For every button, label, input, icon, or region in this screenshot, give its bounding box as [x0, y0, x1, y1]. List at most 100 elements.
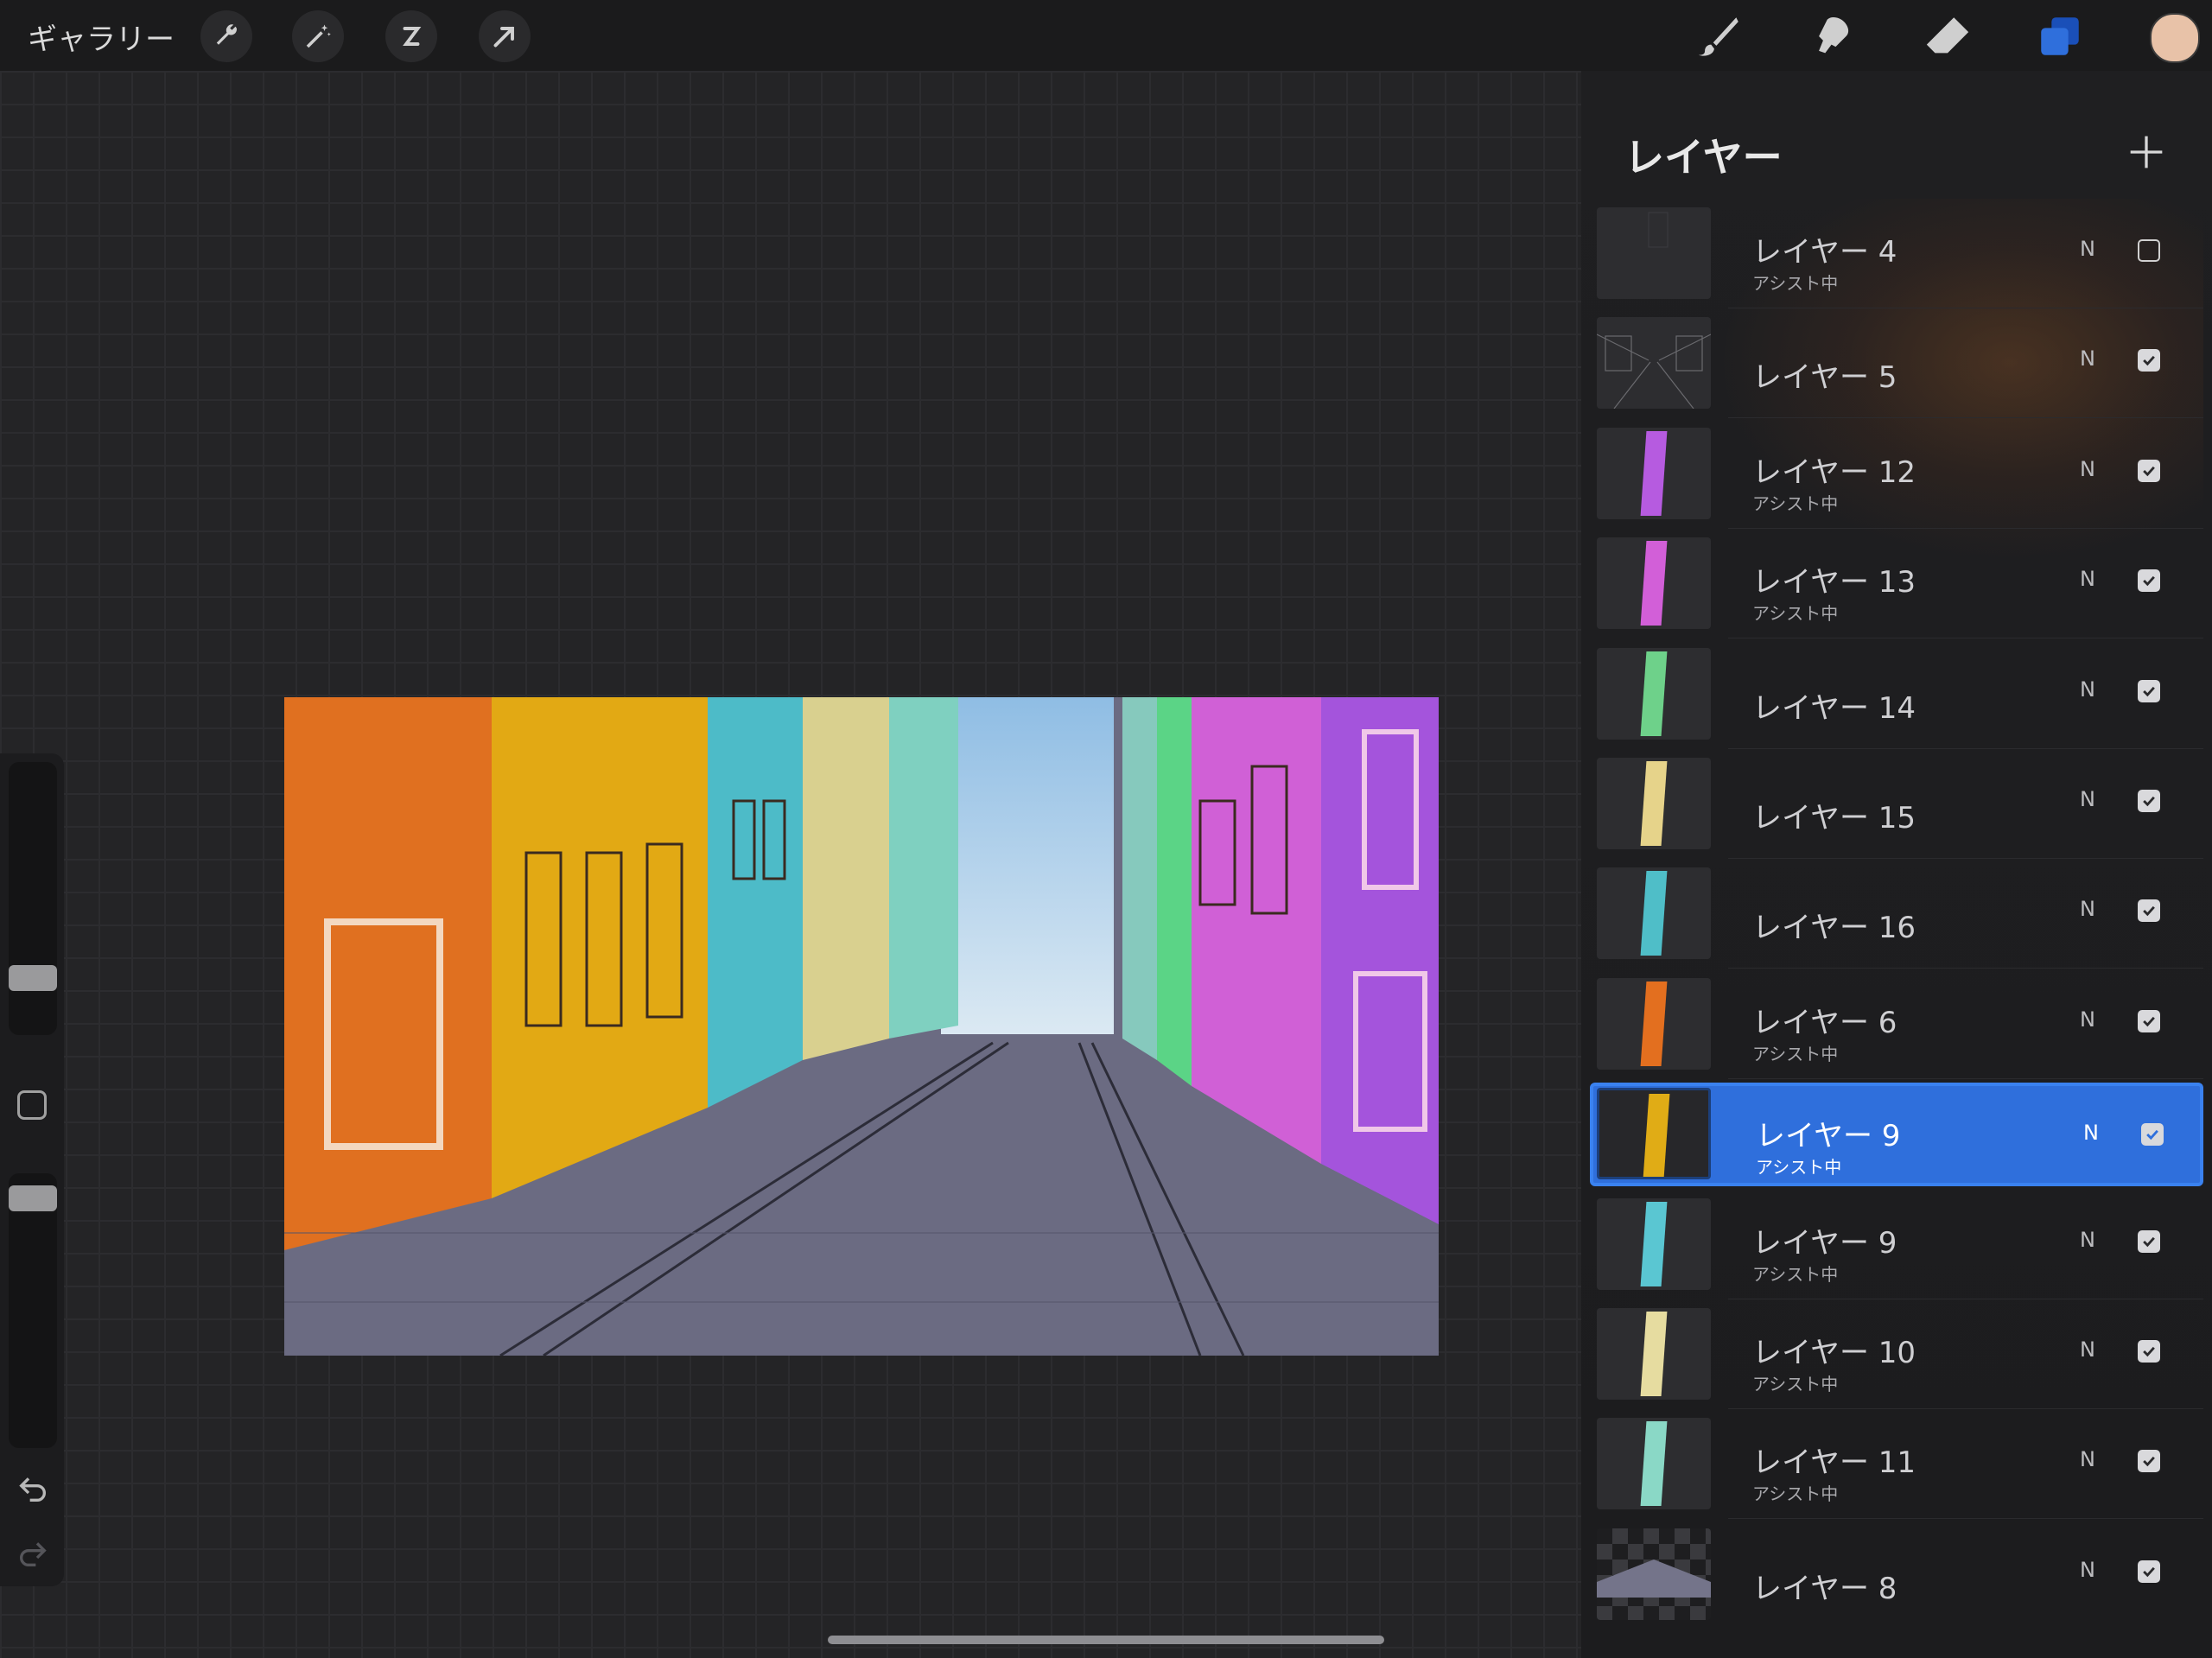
- layer-row[interactable]: レイヤー 14 N: [1590, 643, 2203, 749]
- blend-mode-button[interactable]: N: [2080, 677, 2095, 702]
- layer-row[interactable]: レイヤー 10 アシスト中 N: [1590, 1303, 2203, 1409]
- redo-icon[interactable]: [16, 1536, 50, 1571]
- layer-row[interactable]: レイヤー 15 N: [1590, 753, 2203, 859]
- opacity-slider-thumb[interactable]: [9, 1185, 57, 1212]
- actions-wrench-button[interactable]: [200, 10, 252, 62]
- home-indicator[interactable]: [828, 1636, 1384, 1644]
- blend-mode-button[interactable]: N: [2080, 457, 2095, 481]
- layer-name[interactable]: レイヤー 6: [1752, 999, 1897, 1041]
- selection-button[interactable]: [385, 10, 437, 62]
- layer-visibility-checkbox[interactable]: [2138, 1450, 2160, 1473]
- layer-name[interactable]: レイヤー 8: [1752, 1565, 1897, 1607]
- opacity-slider[interactable]: [9, 1173, 57, 1448]
- wrench-icon: [216, 24, 238, 45]
- layer-row[interactable]: レイヤー 12 アシスト中 N: [1590, 422, 2203, 529]
- layer-row[interactable]: レイヤー 16 N: [1590, 862, 2203, 969]
- layer-thumbnail[interactable]: [1597, 1528, 1711, 1620]
- artwork-canvas[interactable]: [284, 697, 1439, 1356]
- layer-divider: [1728, 527, 2203, 529]
- layer-row[interactable]: レイヤー 6 アシスト中 N: [1590, 973, 2203, 1079]
- layer-visibility-checkbox[interactable]: [2138, 1229, 2160, 1253]
- layer-name[interactable]: レイヤー 4: [1752, 228, 1897, 270]
- layer-thumbnail[interactable]: [1597, 427, 1711, 519]
- layer-thumbnail[interactable]: [1597, 1197, 1711, 1290]
- brush-tool-button[interactable]: [1692, 9, 1747, 64]
- undo-icon[interactable]: [16, 1471, 50, 1506]
- layer-row[interactable]: レイヤー 8 N: [1590, 1523, 2203, 1624]
- eraser-tool-button[interactable]: [1920, 9, 1975, 64]
- layer-assist-label: アシスト中: [1752, 492, 1839, 514]
- layer-visibility-checkbox[interactable]: [2138, 569, 2160, 593]
- layer-thumbnail[interactable]: [1597, 867, 1711, 960]
- smudge-tool-button[interactable]: [1806, 9, 1861, 64]
- blend-mode-button[interactable]: N: [2080, 1337, 2095, 1362]
- layer-thumbnail[interactable]: [1597, 207, 1711, 299]
- layer-name[interactable]: レイヤー 16: [1752, 904, 1916, 946]
- layer-name[interactable]: レイヤー 5: [1752, 353, 1897, 396]
- blend-mode-button[interactable]: N: [2080, 1558, 2095, 1582]
- layer-name[interactable]: レイヤー 13: [1752, 558, 1916, 600]
- layer-thumbnail[interactable]: [1597, 977, 1711, 1070]
- layers-list[interactable]: レイヤー 4 アシスト中 N レイヤー 5 N レイヤー 12 アシスト中 N レイヤー 13 ア…: [1590, 207, 2203, 1624]
- blend-mode-button[interactable]: N: [2080, 787, 2095, 811]
- blend-mode-button[interactable]: N: [2080, 897, 2095, 921]
- layer-visibility-checkbox[interactable]: [2138, 1340, 2160, 1363]
- layer-name[interactable]: レイヤー 9: [1756, 1112, 1900, 1154]
- layer-row[interactable]: レイヤー 11 アシスト中 N: [1590, 1413, 2203, 1520]
- layer-visibility-checkbox[interactable]: [2138, 790, 2160, 812]
- layer-visibility-checkbox[interactable]: [2138, 239, 2160, 262]
- layer-visibility-checkbox[interactable]: [2138, 1560, 2160, 1583]
- layer-visibility-checkbox[interactable]: [2138, 459, 2160, 482]
- layer-name[interactable]: レイヤー 15: [1752, 794, 1916, 836]
- layer-thumbnail[interactable]: [1597, 1088, 1711, 1180]
- adjustments-button[interactable]: [292, 10, 344, 62]
- layer-assist-label: アシスト中: [1752, 1374, 1839, 1394]
- layer-thumbnail[interactable]: [1597, 317, 1711, 410]
- layer-row[interactable]: レイヤー 5 N: [1590, 312, 2203, 419]
- brush-size-slider-thumb[interactable]: [9, 964, 57, 991]
- blend-mode-button[interactable]: N: [2080, 237, 2095, 261]
- layer-row[interactable]: レイヤー 9 アシスト中 N: [1590, 1083, 2203, 1187]
- transform-button[interactable]: [479, 10, 531, 62]
- building-green: [1157, 697, 1192, 1086]
- modify-button[interactable]: [17, 1090, 47, 1120]
- layer-visibility-checkbox[interactable]: [2138, 1009, 2160, 1032]
- checkmark-icon: [2143, 576, 2155, 587]
- layer-name[interactable]: レイヤー 10: [1752, 1329, 1916, 1371]
- layers-tool-button[interactable]: [2032, 9, 2088, 64]
- checkmark-icon: [2143, 686, 2155, 696]
- layer-thumbnail[interactable]: [1597, 537, 1711, 630]
- layer-visibility-checkbox[interactable]: [2138, 349, 2160, 372]
- layer-thumbnail[interactable]: [1597, 758, 1711, 849]
- blend-mode-button[interactable]: N: [2083, 1121, 2099, 1145]
- checkmark-icon: [2143, 466, 2155, 477]
- add-layer-icon[interactable]: [2127, 133, 2165, 171]
- layer-visibility-checkbox[interactable]: [2138, 899, 2160, 923]
- layer-name[interactable]: レイヤー 12: [1752, 448, 1916, 491]
- layer-visibility-checkbox[interactable]: [2141, 1123, 2164, 1147]
- layer-visibility-checkbox[interactable]: [2138, 679, 2160, 702]
- layer-divider: [1728, 1077, 2203, 1079]
- layer-assist-label: アシスト中: [1752, 603, 1839, 625]
- color-swatch-button[interactable]: [2150, 13, 2200, 63]
- layer-row[interactable]: レイヤー 9 アシスト中 N: [1590, 1193, 2203, 1299]
- gallery-button[interactable]: ギャラリー: [28, 16, 175, 58]
- blend-mode-button[interactable]: N: [2080, 1007, 2095, 1032]
- layer-name[interactable]: レイヤー 9: [1752, 1219, 1897, 1261]
- transform-arrow-icon: [493, 27, 514, 48]
- blend-mode-button[interactable]: N: [2080, 346, 2095, 371]
- layer-divider: [1728, 968, 2203, 969]
- layer-row[interactable]: レイヤー 13 アシスト中 N: [1590, 532, 2203, 639]
- layer-divider: [1728, 747, 2203, 749]
- brush-size-slider[interactable]: [9, 762, 57, 1035]
- top-toolbar: ギャラリー: [0, 0, 2212, 71]
- blend-mode-button[interactable]: N: [2080, 567, 2095, 591]
- layer-thumbnail[interactable]: [1597, 1308, 1711, 1400]
- blend-mode-button[interactable]: N: [2080, 1447, 2095, 1471]
- layer-name[interactable]: レイヤー 14: [1752, 684, 1916, 727]
- layer-row[interactable]: レイヤー 4 アシスト中 N: [1590, 207, 2203, 308]
- blend-mode-button[interactable]: N: [2080, 1228, 2095, 1252]
- layer-name[interactable]: レイヤー 11: [1752, 1439, 1916, 1481]
- layer-thumbnail[interactable]: [1597, 647, 1711, 740]
- layer-thumbnail[interactable]: [1597, 1418, 1711, 1510]
